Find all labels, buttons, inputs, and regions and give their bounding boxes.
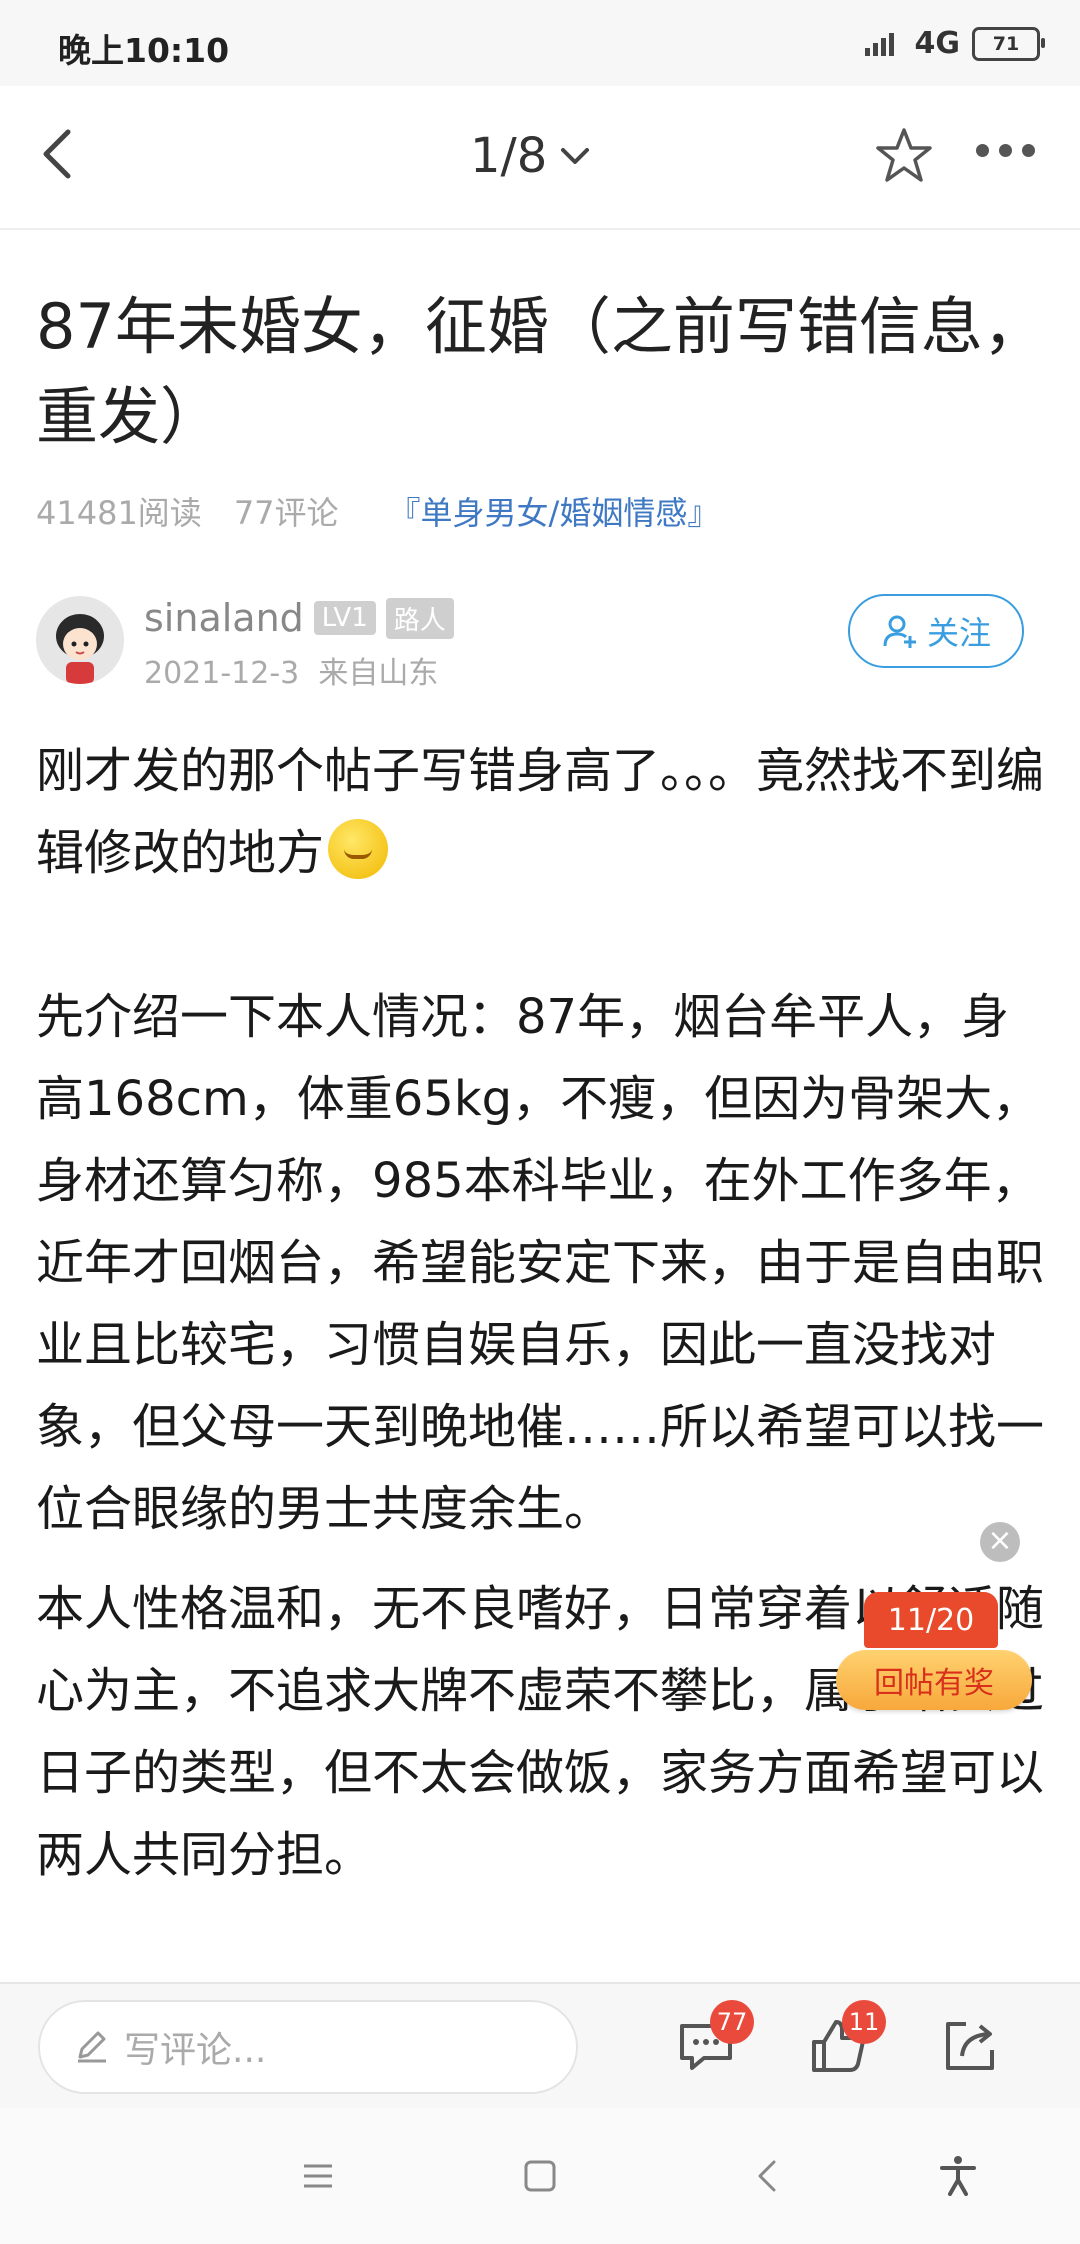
rank-badge: 路人 [385, 597, 454, 639]
paragraph: 先介绍一下本人情况：87年，烟台牟平人，身高168cm，体重65kg，不瘦，但因… [36, 989, 1045, 1537]
home-icon[interactable] [516, 2152, 564, 2200]
add-user-icon [883, 615, 916, 648]
back-arrow-icon[interactable] [32, 124, 92, 184]
avatar-image [36, 596, 124, 684]
author-row: sinaland LV1 路人 2021-12-3 来自山东 关注 [36, 594, 1046, 696]
bottom-action-bar: 写评论... 77 11 [0, 1982, 1080, 2110]
post-meta: 41481阅读 77评论 『单身男女/婚姻情感』 [36, 488, 719, 534]
like-count-badge: 11 [842, 2000, 886, 2044]
like-button[interactable]: 11 [806, 2000, 886, 2078]
author-name-row: sinaland LV1 路人 [144, 596, 454, 640]
reward-count[interactable]: 11/20 [864, 1592, 998, 1648]
comment-count-badge: 77 [710, 2000, 754, 2044]
avatar[interactable] [36, 596, 124, 684]
close-icon[interactable]: × [980, 1522, 1020, 1562]
signal-icon [864, 32, 894, 56]
paragraph: 刚才发的那个帖子写错身高了。。。竟然找不到编辑修改的地方 [36, 743, 1045, 881]
post-title: 87年未婚女，征婚（之前写错信息，重发） [36, 290, 1045, 453]
comments-button[interactable]: 77 [674, 2000, 754, 2078]
top-nav-bar: 1/8 [0, 86, 1080, 230]
page-indicator: 1/8 [470, 128, 548, 184]
status-time: 晚上10:10 [58, 31, 230, 70]
system-nav-bar [0, 2108, 1080, 2244]
level-badge: LV1 [313, 601, 376, 635]
status-icons: 4G 71 [863, 26, 1045, 61]
comment-input[interactable]: 写评论... [38, 2000, 578, 2094]
back-icon[interactable] [744, 2152, 792, 2200]
menu-icon[interactable] [294, 2152, 342, 2200]
author-name[interactable]: sinaland [144, 596, 304, 640]
post-date-location: 2021-12-3 来自山东 [144, 648, 438, 692]
network-type: 4G [914, 26, 961, 61]
reward-button[interactable]: 回帖有奖 [836, 1650, 1032, 1710]
star-icon[interactable] [872, 124, 936, 188]
share-icon [946, 2022, 994, 2070]
follow-label: 关注 [926, 614, 991, 652]
post-location: 来自山东 [318, 656, 439, 691]
emoji-icon [328, 819, 389, 879]
post-date: 2021-12-3 [144, 656, 300, 691]
share-button[interactable] [938, 2014, 1002, 2078]
accessibility-icon[interactable] [934, 2152, 982, 2200]
status-bar: 晚上10:10 4G 71 [0, 0, 1080, 86]
battery-icon: 71 [972, 26, 1045, 61]
category-link[interactable]: 『单身男女/婚姻情感』 [389, 488, 720, 534]
post-content: 刚才发的那个帖子写错身高了。。。竟然找不到编辑修改的地方 先介绍一下本人情况：8… [36, 730, 1046, 1896]
comment-count: 77评论 [233, 494, 339, 532]
read-count: 41481阅读 [36, 494, 202, 532]
follow-button[interactable]: 关注 [848, 594, 1024, 668]
page-selector[interactable]: 1/8 [470, 128, 593, 184]
chevron-down-icon [561, 148, 590, 164]
more-options-icon[interactable] [976, 144, 1035, 157]
pencil-icon [78, 2031, 106, 2063]
comment-placeholder: 写评论... [124, 2030, 267, 2071]
